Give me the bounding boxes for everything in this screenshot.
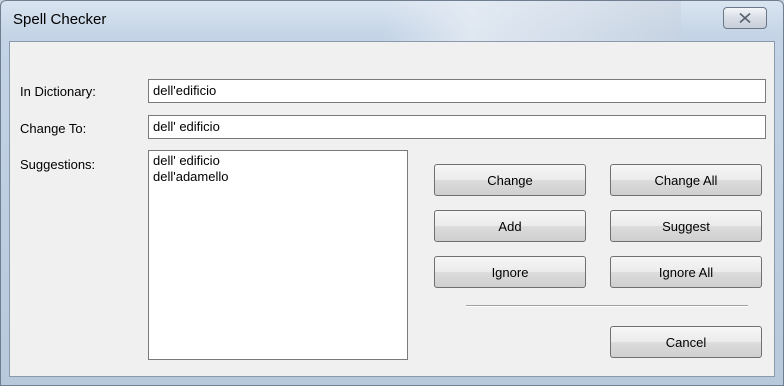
change-all-button[interactable]: Change All <box>610 164 762 196</box>
close-button[interactable] <box>723 7 767 29</box>
list-item[interactable]: dell'adamello <box>153 169 403 185</box>
list-item[interactable]: dell' edificio <box>153 153 403 169</box>
in-dictionary-field[interactable]: dell'edificio <box>148 79 766 103</box>
in-dictionary-label: In Dictionary: <box>20 84 96 99</box>
divider <box>466 305 748 307</box>
title-bar[interactable]: Spell Checker <box>1 1 783 41</box>
add-button[interactable]: Add <box>434 210 586 242</box>
close-icon <box>739 13 751 23</box>
background-window-blur <box>381 1 681 41</box>
suggest-button[interactable]: Suggest <box>610 210 762 242</box>
ignore-all-button[interactable]: Ignore All <box>610 256 762 288</box>
window-title: Spell Checker <box>13 11 107 28</box>
change-button[interactable]: Change <box>434 164 586 196</box>
cancel-button[interactable]: Cancel <box>610 326 762 358</box>
change-to-field[interactable]: dell' edificio <box>148 115 766 139</box>
suggestions-label: Suggestions: <box>20 157 96 172</box>
suggestions-list[interactable]: dell' edificio dell'adamello <box>148 150 408 360</box>
spell-checker-dialog: Spell Checker In Dictionary: dell'edific… <box>0 0 784 386</box>
change-to-label: Change To: <box>20 121 87 136</box>
dialog-client-area: In Dictionary: dell'edificio Change To: … <box>9 41 775 377</box>
ignore-button[interactable]: Ignore <box>434 256 586 288</box>
